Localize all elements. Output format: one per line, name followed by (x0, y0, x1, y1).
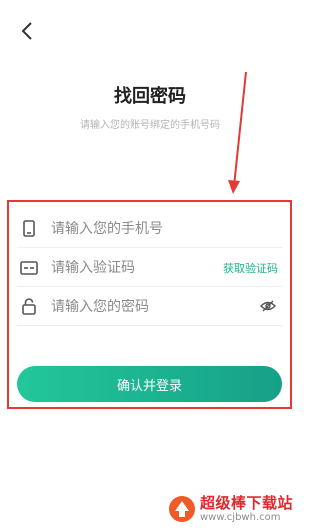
site-watermark: 超级棒下载站 www.cjbwh.com (168, 488, 300, 530)
chevron-left-icon (20, 22, 34, 44)
find-password-screen: 找回密码 请输入您的账号绑定的手机号码 获 (0, 0, 300, 530)
password-input[interactable] (51, 298, 258, 315)
get-code-button[interactable]: 获取验证码 (223, 260, 278, 276)
phone-input[interactable] (51, 220, 282, 237)
phone-field-row (17, 210, 282, 248)
back-button[interactable] (14, 20, 40, 46)
watermark-name: 超级棒下载站 (200, 494, 294, 513)
lock-icon (19, 297, 39, 317)
code-input[interactable] (51, 259, 223, 276)
confirm-login-button[interactable]: 确认并登录 (17, 366, 282, 402)
password-field-row (17, 288, 282, 326)
code-card-icon (19, 258, 39, 278)
watermark-url: www.cjbwh.com (200, 511, 281, 523)
page-subtitle: 请输入您的账号绑定的手机号码 (80, 120, 220, 131)
phone-icon (19, 219, 39, 239)
password-visibility-toggle[interactable] (258, 297, 278, 317)
eye-off-icon (260, 297, 276, 316)
watermark-logo-icon (169, 496, 195, 522)
page-title: 找回密码 (114, 86, 186, 107)
code-field-row: 获取验证码 (17, 249, 282, 287)
login-form-highlight: 获取验证码 确认并登录 (7, 200, 292, 409)
